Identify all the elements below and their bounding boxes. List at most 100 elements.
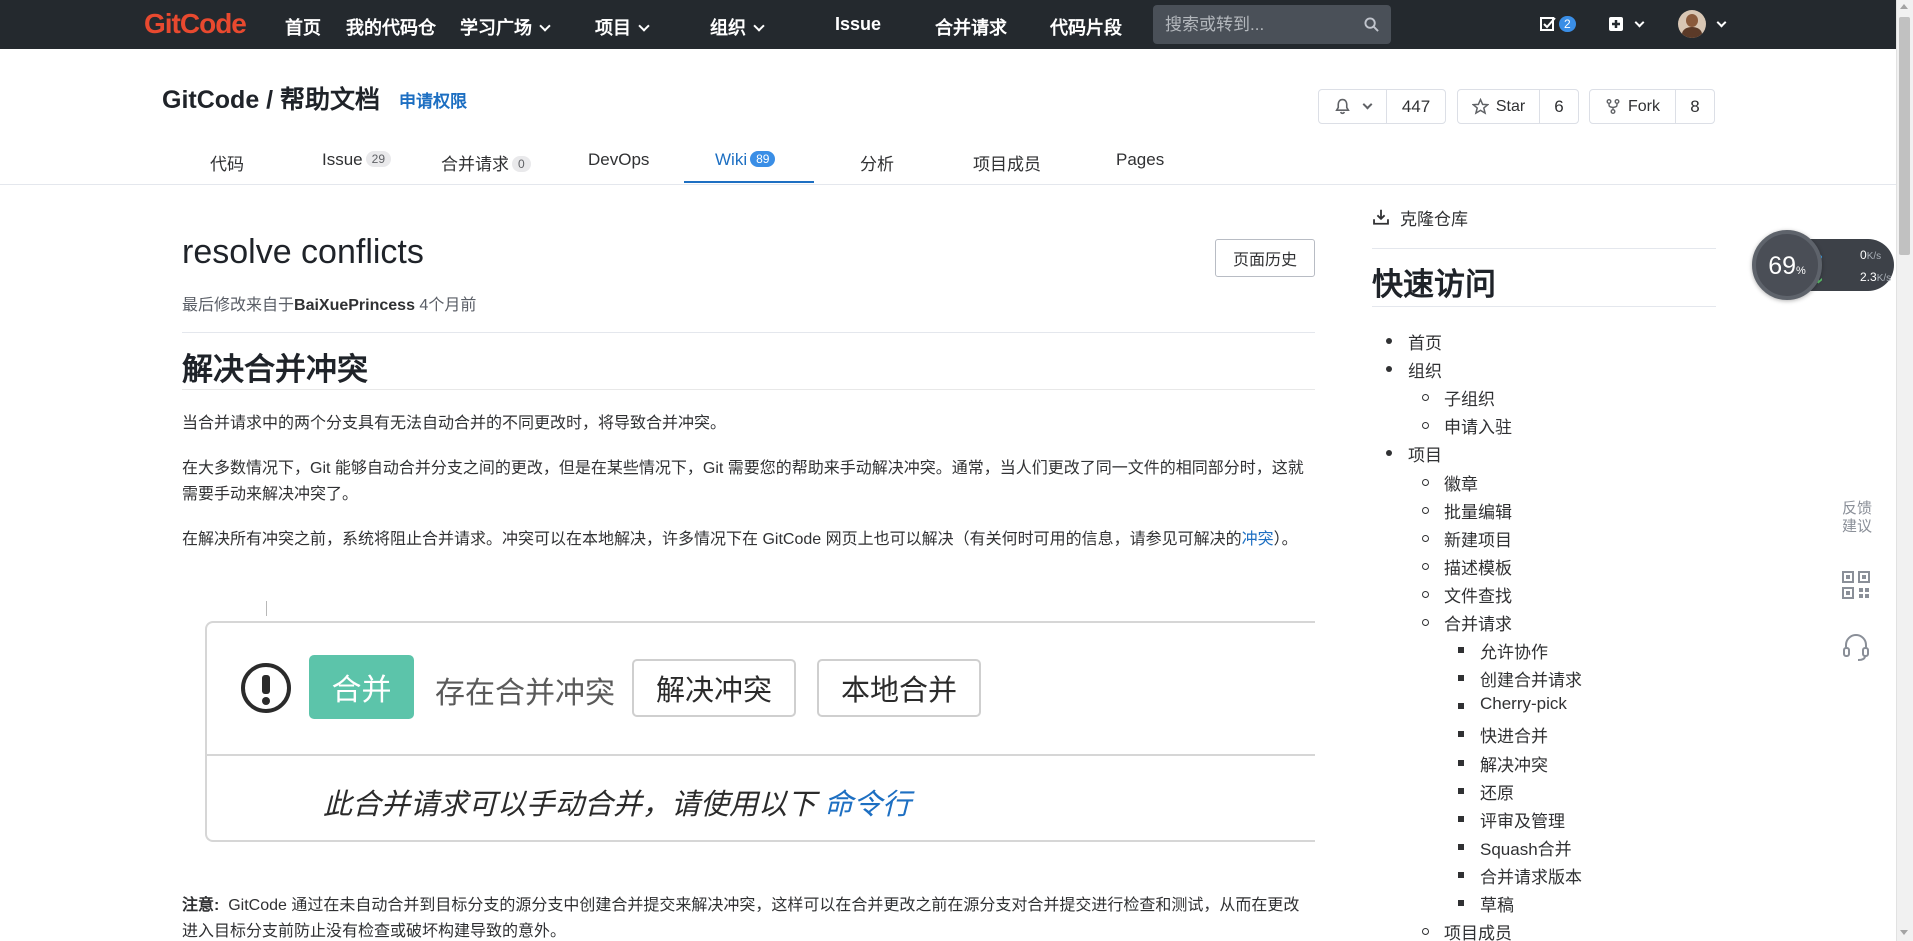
todo-button[interactable]: 2	[1540, 13, 1576, 35]
nav-organizations[interactable]: 组织	[710, 14, 765, 40]
toc-item[interactable]: 合并请求	[1422, 610, 1512, 635]
merge-status-badge: 合并	[309, 655, 414, 719]
feedback-button[interactable]: 反馈建议	[1838, 500, 1876, 536]
watch-count[interactable]: 447	[1387, 90, 1445, 123]
conflicts-link[interactable]: 冲突	[1242, 531, 1274, 548]
toc-item[interactable]: 创建合并请求	[1458, 666, 1582, 691]
nav-merge-requests[interactable]: 合并请求	[935, 14, 1007, 40]
divider	[182, 332, 1315, 333]
tab-merge-requests[interactable]: 合并请求 0	[441, 150, 531, 175]
watch-button[interactable]	[1319, 90, 1387, 123]
clone-repo-link[interactable]: 克隆仓库	[1372, 205, 1468, 229]
toc-item[interactable]: Cherry-pick	[1458, 694, 1567, 714]
toc-bullet	[1422, 591, 1429, 598]
search-box	[1153, 5, 1391, 44]
nav-projects[interactable]: 项目	[595, 14, 650, 40]
conflict-status-text: 存在合并冲突	[435, 677, 615, 710]
toc-item[interactable]: 徽章	[1422, 470, 1478, 495]
search-icon[interactable]	[1364, 17, 1379, 32]
divider	[1372, 248, 1716, 249]
toc-item[interactable]: 申请入驻	[1422, 413, 1512, 438]
toc-item[interactable]: 组织	[1386, 357, 1442, 382]
tab-code[interactable]: 代码	[210, 150, 244, 175]
network-speed-widget[interactable]: 🡱0K/s 🡳2.3K/s 69%	[1752, 230, 1897, 300]
toc-bullet	[1422, 422, 1429, 429]
toc-item[interactable]: 描述模板	[1422, 554, 1512, 579]
tab-devops[interactable]: DevOps	[588, 150, 649, 170]
nav-snippets[interactable]: 代码片段	[1050, 14, 1122, 40]
scroll-up-arrow[interactable]	[1900, 4, 1908, 9]
tab-pages[interactable]: Pages	[1116, 150, 1164, 170]
active-tab-indicator	[684, 181, 814, 183]
toc-bullet	[1422, 535, 1429, 542]
toc-bullet	[1458, 900, 1464, 906]
fork-count[interactable]: 8	[1676, 90, 1714, 123]
gitcode-logo[interactable]: GitCode	[144, 8, 247, 40]
scrollbar-thumb[interactable]	[1899, 17, 1910, 255]
nav-my-repos[interactable]: 我的代码仓	[346, 14, 436, 40]
last-modified-user[interactable]: BaiXuePrincess	[294, 297, 415, 314]
chevron-down-icon	[1716, 17, 1727, 27]
create-new-button[interactable]	[1608, 13, 1645, 35]
user-menu[interactable]	[1678, 8, 1727, 40]
star-button[interactable]: Star	[1458, 90, 1540, 123]
toc-item[interactable]: 合并请求版本	[1458, 863, 1582, 888]
search-input[interactable]	[1153, 5, 1353, 44]
download-icon	[1373, 209, 1389, 225]
bell-icon	[1335, 98, 1350, 115]
toc-item[interactable]: 允许协作	[1458, 638, 1548, 663]
local-merge-button: 本地合并	[817, 659, 981, 717]
divider	[182, 389, 1315, 390]
toc-bullet	[1386, 338, 1392, 344]
toc-item[interactable]: 草稿	[1458, 891, 1514, 916]
toc-item[interactable]: 首页	[1386, 329, 1442, 354]
toc-item[interactable]: 解决冲突	[1458, 751, 1548, 776]
manual-merge-text: 此合并请求可以手动合并，请使用以下 命令行	[323, 789, 912, 821]
apply-permission-link[interactable]: 申请权限	[399, 87, 467, 112]
project-title[interactable]: GitCode / 帮助文档	[162, 80, 380, 116]
toc-item[interactable]: Squash合并	[1458, 835, 1572, 860]
issue-count-badge: 29	[365, 151, 391, 167]
note-label: 注意:	[182, 897, 220, 914]
toc-item[interactable]: 新建项目	[1422, 526, 1512, 551]
headset-support-icon[interactable]	[1840, 631, 1872, 663]
scroll-down-arrow[interactable]	[1900, 930, 1908, 935]
toc-bullet	[1422, 928, 1429, 935]
toc-item[interactable]: 子组织	[1422, 385, 1495, 410]
toc-item[interactable]: 项目成员	[1422, 919, 1512, 941]
resolve-conflicts-button: 解决冲突	[632, 659, 796, 717]
merge-conflict-screenshot: 合并 存在合并冲突 解决冲突 本地合并 此合并请求可以手动合并，请使用以下 命令…	[205, 621, 1315, 842]
mr-count-badge: 0	[512, 156, 531, 172]
tab-wiki[interactable]: Wiki 89	[715, 150, 776, 170]
paragraph-1: 当合并请求中的两个分支具有无法自动合并的不同更改时，将导致合并冲突。	[182, 415, 727, 432]
toc-item[interactable]: 文件查找	[1422, 582, 1512, 607]
quick-access-title: 快速访问	[1372, 267, 1496, 302]
chevron-down-icon	[638, 20, 650, 32]
nav-learning-square[interactable]: 学习广场	[460, 14, 551, 40]
divider	[207, 754, 1315, 756]
qrcode-icon[interactable]	[1840, 569, 1872, 601]
tab-members[interactable]: 项目成员	[973, 150, 1041, 175]
toc-item[interactable]: 批量编辑	[1422, 498, 1512, 523]
command-line-link: 命令行	[824, 789, 912, 821]
todo-count-badge: 2	[1559, 16, 1576, 32]
tab-analysis[interactable]: 分析	[860, 150, 894, 175]
nav-home[interactable]: 首页	[285, 14, 321, 40]
upload-speed: 🡱0K/s	[1814, 248, 1882, 264]
toc-bullet	[1422, 479, 1429, 486]
toc-item[interactable]: 快进合并	[1458, 722, 1548, 747]
toc-item[interactable]: 项目	[1386, 441, 1442, 466]
fork-button[interactable]: Fork	[1590, 90, 1676, 123]
tab-issue[interactable]: Issue 29	[322, 150, 391, 170]
chevron-down-icon	[1634, 17, 1645, 27]
memory-usage-gauge: 69%	[1752, 230, 1822, 300]
toc-bullet	[1386, 366, 1392, 372]
chevron-down-icon	[539, 20, 551, 32]
toc-item[interactable]: 评审及管理	[1458, 807, 1565, 832]
star-count[interactable]: 6	[1540, 90, 1578, 123]
fork-button-group: Fork 8	[1589, 89, 1715, 124]
exclamation-circle-icon	[241, 663, 291, 713]
toc-item[interactable]: 还原	[1458, 779, 1514, 804]
nav-issue[interactable]: Issue	[835, 14, 881, 35]
page-history-button[interactable]: 页面历史	[1215, 239, 1315, 277]
